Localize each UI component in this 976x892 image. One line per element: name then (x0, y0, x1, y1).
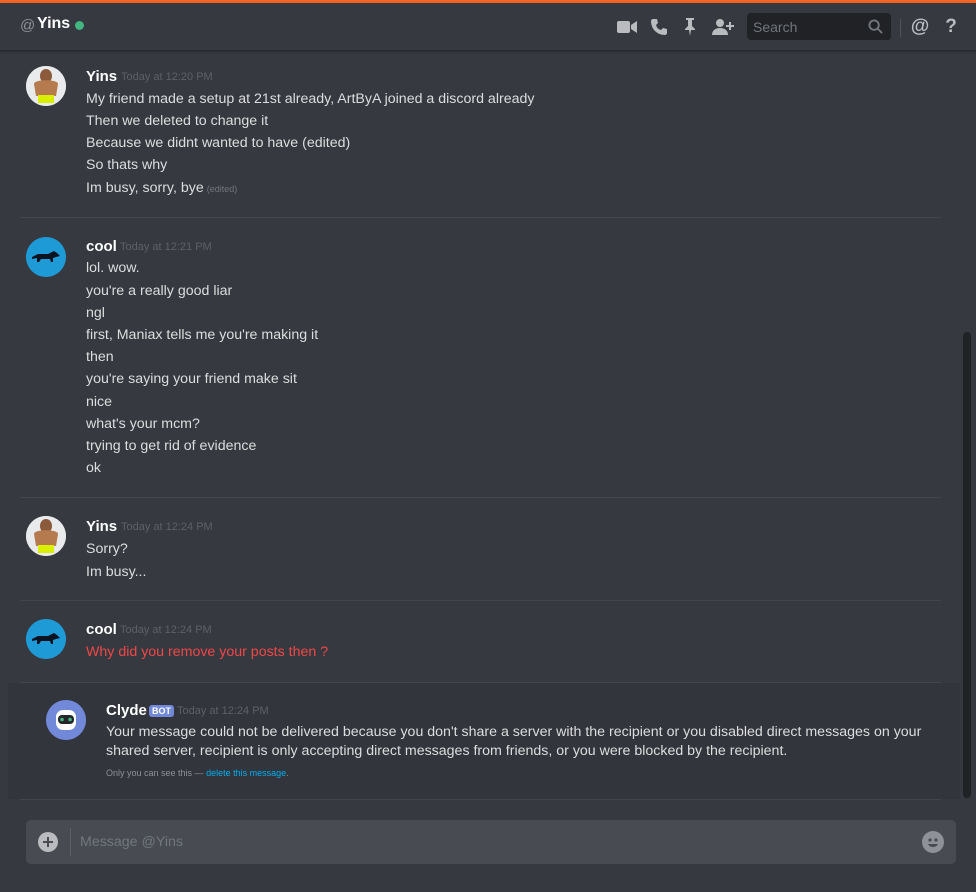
clyde-avatar[interactable] (46, 700, 86, 740)
message-divider (20, 217, 941, 218)
search-icon[interactable] (868, 19, 883, 34)
message-line: trying to get rid of evidence (86, 438, 257, 454)
message-input[interactable] (80, 820, 910, 864)
notice-suffix: . (286, 768, 289, 778)
online-status-dot (75, 21, 84, 30)
message-divider (20, 600, 941, 601)
message-line: Because we didnt wanted to have (edited) (86, 135, 351, 151)
composer-divider (70, 828, 71, 856)
add-friend-icon[interactable] (711, 15, 735, 39)
message-author[interactable]: cool (86, 621, 117, 638)
message-timestamp: Today at 12:21 PM (120, 241, 212, 253)
mention-icon[interactable]: @ (908, 15, 932, 39)
message-line: So thats why (86, 157, 168, 173)
phone-icon[interactable] (647, 15, 671, 39)
avatar-yins[interactable] (26, 66, 66, 106)
clyde-message-text: Your message could not be delivered beca… (106, 724, 922, 759)
avatar-cool[interactable] (26, 619, 66, 659)
help-icon[interactable]: ? (939, 15, 963, 39)
message-line: Then we deleted to change it (86, 113, 269, 129)
search-input[interactable] (747, 13, 867, 40)
failed-message-line: Why did you remove your posts then ? (86, 644, 329, 660)
message-line: ok (86, 460, 101, 476)
at-symbol: @ (20, 17, 36, 34)
avatar-cool[interactable] (26, 237, 66, 277)
search-box[interactable] (747, 13, 891, 40)
message-line: Im busy, sorry, bye (edited) (86, 180, 237, 196)
clyde-timestamp: Today at 12:24 PM (177, 705, 269, 717)
pin-icon[interactable] (678, 15, 702, 39)
message-divider (20, 799, 941, 800)
message-line: ngl (86, 305, 105, 321)
message-text: Im busy, sorry, bye (86, 180, 204, 196)
only-you-text: Only you can see this — (106, 768, 204, 778)
avatar-yins[interactable] (26, 516, 66, 556)
bot-badge: BOT (149, 705, 174, 717)
delete-message-link[interactable]: delete this message (206, 768, 286, 778)
dm-username[interactable]: Yins (37, 15, 70, 33)
message-line: Im busy... (86, 564, 147, 580)
message-author[interactable]: Yins (86, 518, 117, 535)
message-timestamp: Today at 12:24 PM (121, 521, 213, 533)
message-line: first, Maniax tells me you're making it (86, 327, 319, 343)
message-divider (20, 497, 941, 498)
message-composer (26, 820, 956, 864)
channel-header: @ Yins @ ? (0, 3, 976, 51)
message-line: then (86, 349, 114, 365)
only-you-notice: Only you can see this — delete this mess… (106, 768, 289, 778)
message-line: My friend made a setup at 21st already, … (86, 91, 535, 107)
message-author[interactable]: cool (86, 238, 117, 255)
video-icon[interactable] (615, 15, 639, 39)
upload-plus-icon[interactable] (38, 832, 58, 852)
message-line: lol. wow. (86, 260, 140, 276)
message-line: nice (86, 394, 113, 410)
message-timestamp: Today at 12:20 PM (121, 71, 213, 83)
message-line: you're saying your friend make sit (86, 371, 297, 387)
scrollbar-thumb[interactable] (963, 332, 971, 798)
emoji-picker-icon[interactable] (922, 831, 944, 853)
message-line: you're a really good liar (86, 283, 233, 299)
message-author[interactable]: Yins (86, 68, 117, 85)
clyde-author[interactable]: Clyde (106, 702, 147, 719)
message-timestamp: Today at 12:24 PM (120, 624, 212, 636)
edited-label: (edited) (206, 184, 238, 194)
message-line: Sorry? (86, 541, 128, 557)
header-divider (900, 19, 901, 37)
message-line: what's your mcm? (86, 416, 200, 432)
message-divider (20, 682, 941, 683)
